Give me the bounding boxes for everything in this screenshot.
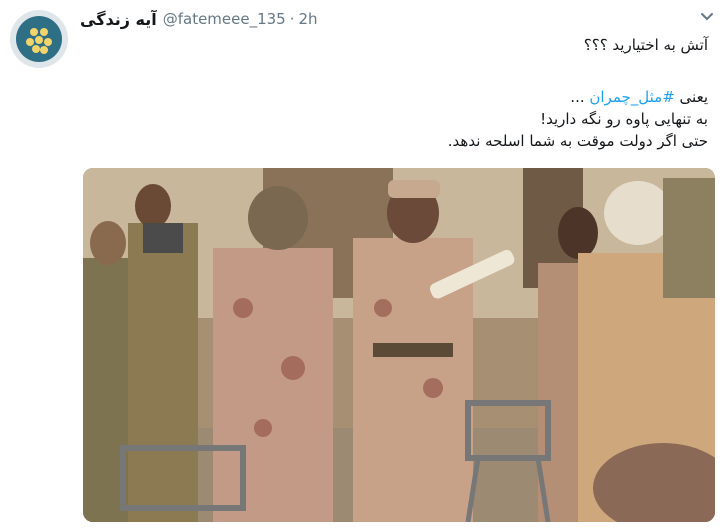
user-handle[interactable]: @fatemeee_135 xyxy=(163,10,286,28)
tweet-card[interactable]: آیه زندگی @fatemeee_135 · 2h آتش به اختی… xyxy=(0,0,724,531)
avatar-flower xyxy=(40,46,48,54)
avatar-flower xyxy=(32,45,40,53)
tweet-text-fragment: یعنی xyxy=(674,88,708,106)
separator-dot: · xyxy=(289,10,295,28)
tweet-text-line: یعنی #مثل_چمران ... xyxy=(108,86,708,108)
tweet-header: آیه زندگی @fatemeee_135 · 2h xyxy=(80,8,318,30)
display-name[interactable]: آیه زندگی xyxy=(80,10,157,29)
timestamp[interactable]: 2h xyxy=(299,10,318,28)
avatar[interactable] xyxy=(10,10,68,68)
avatar-flower xyxy=(44,38,52,46)
avatar-flower xyxy=(30,28,38,36)
tweet-text-line: حتی اگر دولت موقت به شما اسلحه ندهد. xyxy=(447,132,708,150)
tweet-photo[interactable] xyxy=(83,168,715,522)
tweet-text-line: آتش به اختیارید ؟؟؟ xyxy=(583,36,708,54)
avatar-flower xyxy=(35,36,43,44)
avatar-flower xyxy=(40,28,48,36)
hashtag-link[interactable]: #مثل_چمران xyxy=(589,88,674,106)
chevron-down-icon[interactable] xyxy=(700,12,714,22)
photo-image xyxy=(83,168,715,522)
tweet-text-fragment: ... xyxy=(570,88,590,106)
tweet-text-line: به تنهایی پاوه رو نگه دارید! xyxy=(540,110,708,128)
